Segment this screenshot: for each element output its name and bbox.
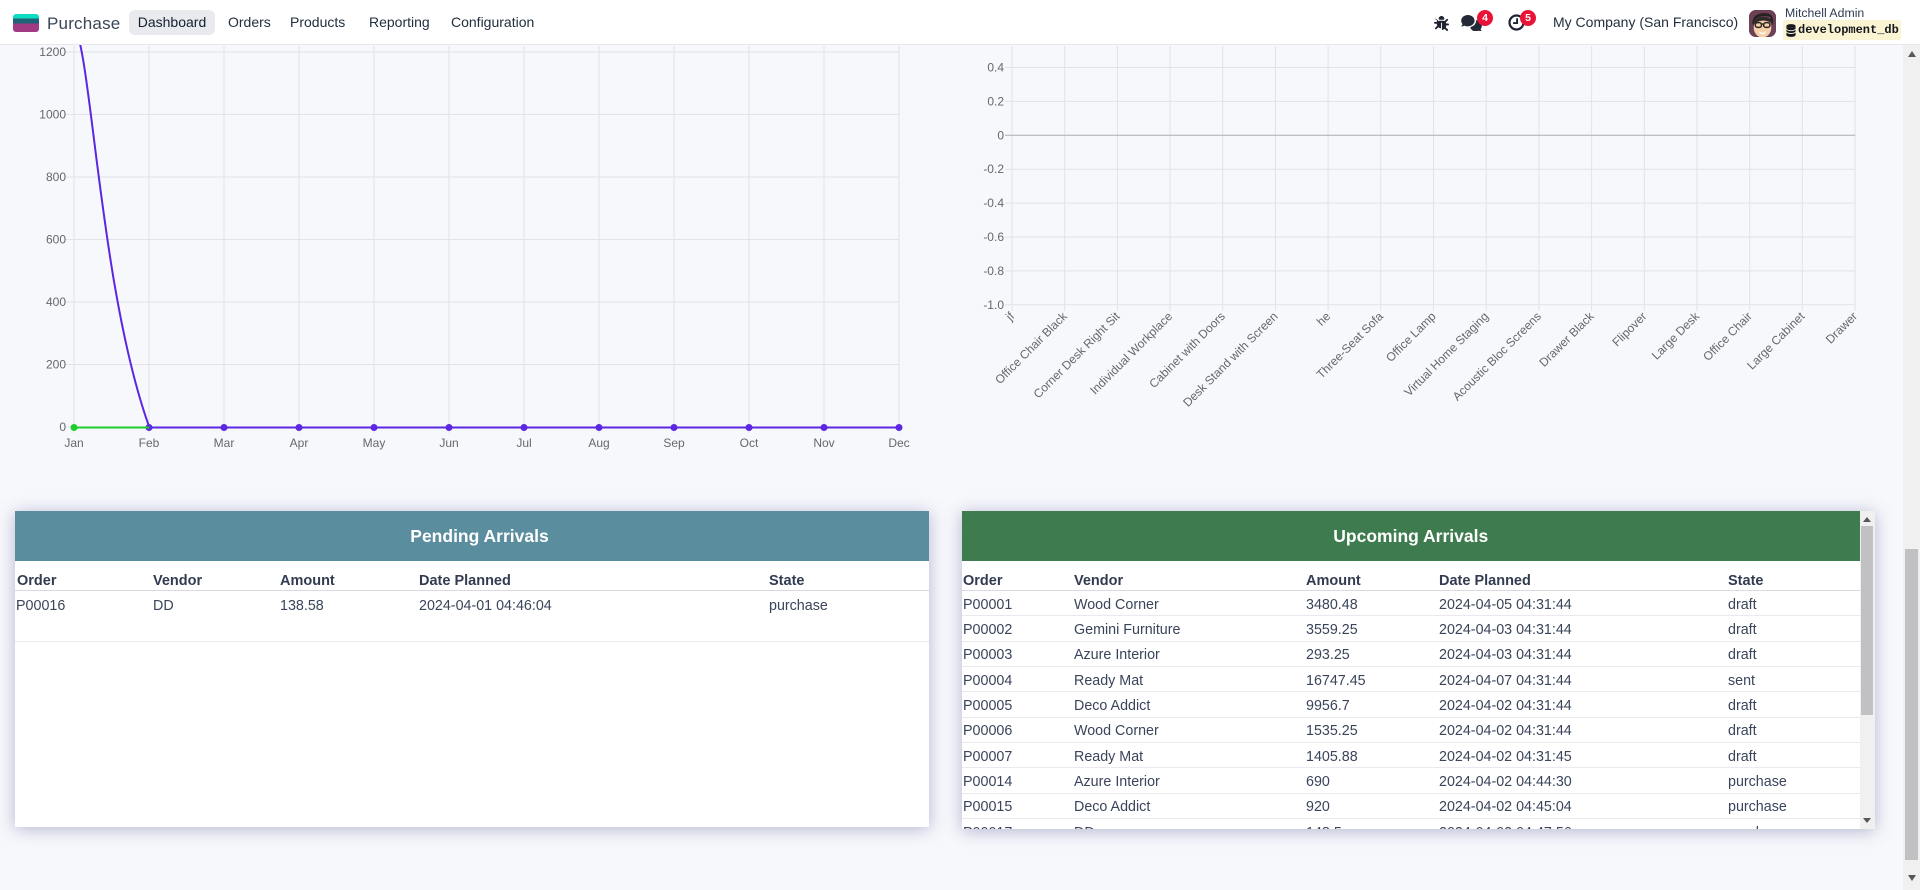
svg-text:he: he (1314, 309, 1334, 329)
svg-text:0.2: 0.2 (987, 94, 1004, 108)
svg-text:Jul: Jul (516, 436, 531, 450)
svg-text:Oct: Oct (740, 436, 759, 450)
svg-text:Large Desk: Large Desk (1649, 309, 1703, 363)
svg-text:-0.4: -0.4 (983, 196, 1004, 210)
svg-text:Drawer Black: Drawer Black (1536, 309, 1597, 370)
svg-text:0: 0 (997, 128, 1004, 142)
svg-text:Office Lamp: Office Lamp (1383, 309, 1439, 365)
svg-text:Feb: Feb (139, 436, 160, 450)
svg-text:0: 0 (59, 420, 66, 434)
svg-text:Acoustic Bloc Screens: Acoustic Bloc Screens (1450, 309, 1544, 403)
svg-text:Dec: Dec (888, 436, 909, 450)
svg-text:Apr: Apr (290, 436, 309, 450)
svg-text:Jun: Jun (439, 436, 458, 450)
svg-text:Aug: Aug (588, 436, 609, 450)
svg-text:Drawer: Drawer (1823, 309, 1860, 346)
svg-text:jf: jf (1002, 309, 1017, 324)
svg-text:1000: 1000 (39, 108, 66, 122)
svg-text:Mar: Mar (214, 436, 235, 450)
svg-text:-0.8: -0.8 (983, 264, 1004, 278)
svg-text:Sep: Sep (663, 436, 685, 450)
svg-text:-0.6: -0.6 (983, 230, 1004, 244)
svg-text:Flipover: Flipover (1609, 309, 1649, 349)
svg-text:Desk Stand with Screen: Desk Stand with Screen (1180, 309, 1280, 409)
svg-text:800: 800 (46, 170, 66, 184)
svg-text:600: 600 (46, 233, 66, 247)
svg-text:200: 200 (46, 358, 66, 372)
svg-text:400: 400 (46, 295, 66, 309)
svg-text:Jan: Jan (64, 436, 83, 450)
svg-text:Office Chair: Office Chair (1700, 309, 1755, 364)
svg-text:Nov: Nov (813, 436, 834, 450)
svg-text:Corner Desk Right Sit: Corner Desk Right Sit (1031, 309, 1123, 401)
svg-text:0.4: 0.4 (987, 61, 1004, 75)
svg-text:May: May (363, 436, 386, 450)
svg-text:-0.2: -0.2 (983, 162, 1004, 176)
svg-text:1200: 1200 (39, 45, 66, 59)
svg-text:-1.0: -1.0 (983, 298, 1004, 312)
